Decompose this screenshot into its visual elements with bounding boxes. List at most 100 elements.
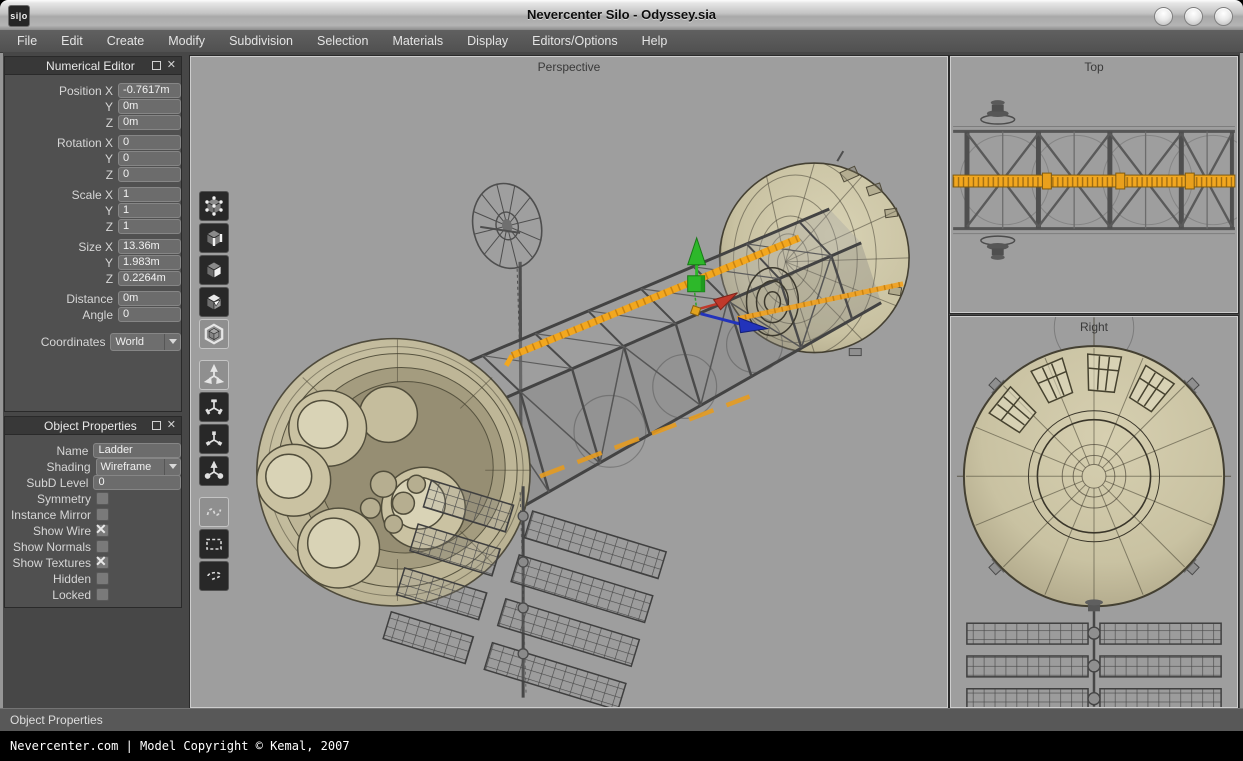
rotation-x-label: Rotation X	[5, 136, 118, 150]
close-button[interactable]	[1214, 7, 1233, 26]
move-tool-button[interactable]	[199, 360, 229, 390]
check-x-icon: ✕	[95, 521, 107, 538]
scale-x-label: Scale X	[5, 188, 118, 202]
z-field[interactable]: 0.2264m	[118, 271, 181, 286]
move-tool-icon	[203, 364, 225, 386]
z-field[interactable]: 0m	[118, 115, 181, 130]
minimize-button[interactable]	[1154, 7, 1173, 26]
multiselect-mode-button[interactable]	[199, 287, 229, 317]
vertex-mode-button[interactable]	[199, 191, 229, 221]
title-bar[interactable]: si|o Nevercenter Silo - Odyssey.sia	[0, 0, 1243, 31]
top-viewport-label: Top	[951, 60, 1237, 74]
window-title: Nevercenter Silo - Odyssey.sia	[0, 0, 1243, 30]
menu-editors-options[interactable]: Editors/Options	[520, 30, 629, 52]
y-label: Y	[5, 152, 118, 166]
panel-restore-icon[interactable]	[152, 61, 161, 70]
menu-create[interactable]: Create	[95, 30, 157, 52]
menu-modify[interactable]: Modify	[156, 30, 217, 52]
panel-close-icon[interactable]: ✕	[167, 60, 176, 71]
multiselect-mode-icon	[203, 291, 225, 313]
y-field[interactable]: 1	[118, 203, 181, 218]
coordinates-label: Coordinates	[5, 335, 110, 349]
y-field[interactable]: 1.983m	[118, 255, 181, 270]
status-bar: Object Properties	[0, 708, 1243, 731]
symmetry-checkbox[interactable]	[96, 492, 109, 505]
coordinates-dropdown-value: World	[111, 336, 164, 348]
chevron-down-icon	[164, 334, 180, 350]
scale-tool-button[interactable]	[199, 424, 229, 454]
z-field[interactable]: 1	[118, 219, 181, 234]
angle-field[interactable]: 0	[118, 307, 181, 322]
maximize-button[interactable]	[1184, 7, 1203, 26]
menu-display[interactable]: Display	[455, 30, 520, 52]
chevron-down-icon	[164, 459, 180, 475]
z-label: Z	[5, 116, 118, 130]
universal-manipulator-button[interactable]	[199, 456, 229, 486]
shading-dropdown[interactable]: Wireframe	[96, 458, 182, 476]
object-properties-title: Object Properties	[5, 419, 152, 433]
menu-bar: FileEditCreateModifySubdivisionSelection…	[0, 30, 1243, 53]
area-select-icon	[203, 533, 225, 555]
distance-label: Distance	[5, 292, 118, 306]
object-properties-panel: Object Properties ✕ NameLadderShadingWir…	[4, 416, 182, 608]
rotate-tool-icon	[203, 396, 225, 418]
show-normals-checkbox[interactable]	[96, 540, 109, 553]
menu-materials[interactable]: Materials	[380, 30, 455, 52]
menu-selection[interactable]: Selection	[305, 30, 380, 52]
tweak-select-button[interactable]	[199, 497, 229, 527]
edge-mode-icon	[203, 227, 225, 249]
menu-file[interactable]: File	[5, 30, 49, 52]
numerical-editor-header[interactable]: Numerical Editor ✕	[5, 57, 181, 75]
footer-bar: Nevercenter.com | Model Copyright © Kema…	[0, 731, 1243, 761]
top-viewport[interactable]: Top	[950, 56, 1238, 313]
perspective-scene[interactable]	[191, 57, 947, 707]
show-textures-label: Show Textures	[5, 556, 96, 570]
menu-help[interactable]: Help	[630, 30, 680, 52]
app-window: si|o Nevercenter Silo - Odyssey.sia File…	[0, 0, 1243, 761]
z-field[interactable]: 0	[118, 167, 181, 182]
left-panel-dock: Numerical Editor ✕ Position X-0.7617mY0m…	[3, 52, 187, 708]
hidden-checkbox[interactable]	[96, 572, 109, 585]
subd-level-label: SubD Level	[5, 476, 93, 490]
right-viewport[interactable]: Right	[950, 316, 1238, 708]
size-x-field[interactable]: 13.36m	[118, 239, 181, 254]
face-mode-button[interactable]	[199, 255, 229, 285]
show-textures-checkbox[interactable]: ✕	[96, 556, 109, 569]
lasso-select-button[interactable]	[199, 561, 229, 591]
rotate-tool-button[interactable]	[199, 392, 229, 422]
edge-mode-button[interactable]	[199, 223, 229, 253]
right-viewport-label: Right	[951, 320, 1237, 334]
scale-tool-icon	[203, 428, 225, 450]
numerical-editor-title: Numerical Editor	[5, 59, 152, 73]
show-wire-label: Show Wire	[5, 524, 96, 538]
y-field[interactable]: 0m	[118, 99, 181, 114]
name-label: Name	[5, 444, 93, 458]
position-x-field[interactable]: -0.7617m	[118, 83, 181, 98]
z-label: Z	[5, 168, 118, 182]
object-properties-header[interactable]: Object Properties ✕	[5, 417, 181, 435]
top-view-scene[interactable]	[951, 57, 1237, 312]
panel-close-icon[interactable]: ✕	[167, 420, 176, 431]
coordinates-dropdown[interactable]: World	[110, 333, 181, 351]
name-field[interactable]: Ladder	[93, 443, 181, 458]
z-label: Z	[5, 272, 118, 286]
instance-mirror-checkbox[interactable]	[96, 508, 109, 521]
right-view-scene[interactable]	[951, 317, 1237, 707]
subd-level-field[interactable]: 0	[93, 475, 181, 490]
panel-restore-icon[interactable]	[152, 421, 161, 430]
menu-subdivision[interactable]: Subdivision	[217, 30, 305, 52]
show-wire-checkbox[interactable]: ✕	[96, 524, 109, 537]
area-select-button[interactable]	[199, 529, 229, 559]
tweak-select-icon	[203, 501, 225, 523]
scale-x-field[interactable]: 1	[118, 187, 181, 202]
perspective-viewport[interactable]: Perspective	[190, 56, 948, 708]
distance-field[interactable]: 0m	[118, 291, 181, 306]
locked-checkbox[interactable]	[96, 588, 109, 601]
menu-edit[interactable]: Edit	[49, 30, 95, 52]
size-x-label: Size X	[5, 240, 118, 254]
z-label: Z	[5, 220, 118, 234]
object-mode-button[interactable]	[199, 319, 229, 349]
rotation-x-field[interactable]: 0	[118, 135, 181, 150]
y-field[interactable]: 0	[118, 151, 181, 166]
instance-mirror-label: Instance Mirror	[5, 508, 96, 522]
